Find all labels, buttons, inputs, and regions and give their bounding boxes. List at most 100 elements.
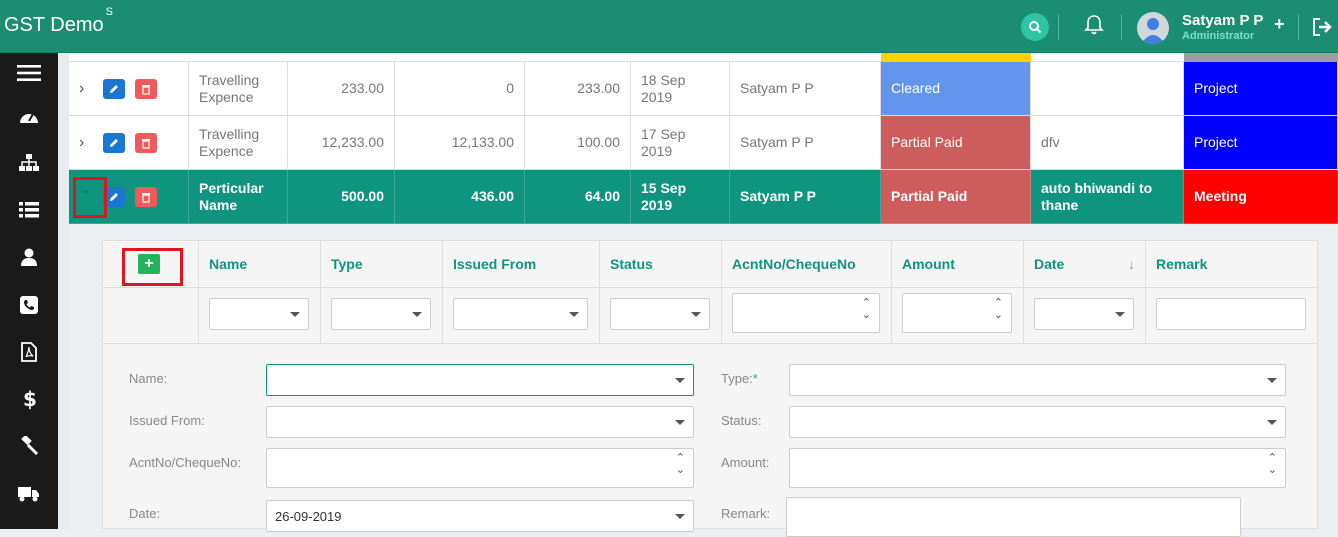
filter-status-select[interactable] xyxy=(610,298,710,330)
particular-cell: Travelling Expence xyxy=(189,62,288,116)
date-value: 26-09-2019 xyxy=(275,509,342,524)
filter-type-select[interactable] xyxy=(331,298,431,330)
caret-down-icon xyxy=(1267,420,1277,425)
amount-cell: 12,233.00 xyxy=(288,116,395,170)
caret-down-icon xyxy=(675,514,685,519)
pdf-icon[interactable] xyxy=(0,332,58,372)
sort-down-icon[interactable]: ↓ xyxy=(1128,256,1135,272)
filter-cell: ⌃ ⌄ xyxy=(892,287,1024,343)
user-role: Administrator xyxy=(1182,30,1255,42)
remark-input[interactable] xyxy=(786,497,1241,537)
edit-button[interactable] xyxy=(103,78,125,99)
gavel-icon[interactable] xyxy=(0,426,58,466)
filter-amount-input[interactable]: ⌃ ⌄ xyxy=(902,293,1012,333)
edit-button[interactable] xyxy=(103,132,125,153)
amount-cell: 500.00 xyxy=(288,170,395,224)
filter-cell xyxy=(103,287,199,343)
caret-down-icon xyxy=(412,312,422,317)
dollar-icon[interactable]: $ xyxy=(0,379,58,419)
delete-button[interactable] xyxy=(135,78,157,99)
col-header-type[interactable]: Type xyxy=(321,241,443,287)
acntno-input[interactable]: ⌃ ⌄ xyxy=(266,448,694,488)
particular-cell: Perticular Name xyxy=(189,170,288,224)
date-label: Date: xyxy=(129,506,161,521)
filter-name-select[interactable] xyxy=(209,298,309,330)
filter-cell xyxy=(1024,287,1146,343)
sidebar: $ xyxy=(0,53,58,529)
type-label: Type:* xyxy=(721,371,758,386)
date-cell: 17 Sep 2019 xyxy=(631,116,730,170)
status-badge: Cleared xyxy=(881,62,1031,116)
list-icon[interactable] xyxy=(0,190,58,230)
col-header-remark[interactable]: Remark xyxy=(1146,241,1319,287)
col-header-amount[interactable]: Amount xyxy=(892,241,1024,287)
col-header-issued-from[interactable]: Issued From xyxy=(443,241,600,287)
date-cell: 18 Sep 2019 xyxy=(631,62,730,116)
caret-down-icon xyxy=(1267,378,1277,383)
status-select[interactable] xyxy=(789,406,1286,438)
user-icon[interactable] xyxy=(0,237,58,277)
user-cell: Satyam P P xyxy=(730,170,881,224)
avatar[interactable] xyxy=(1137,12,1169,44)
filter-cell xyxy=(600,287,722,343)
paid-cell: 12,133.00 xyxy=(395,116,525,170)
logout-button[interactable] xyxy=(1311,16,1333,38)
dashboard-icon[interactable] xyxy=(0,96,58,136)
balance-cell: 100.00 xyxy=(525,116,631,170)
pencil-icon xyxy=(110,192,118,201)
menu-icon[interactable] xyxy=(0,53,58,93)
particular-cell: Travelling Expence xyxy=(189,116,288,170)
remark-cell: dfv xyxy=(1031,116,1184,170)
col-header-date[interactable]: Date ↓ xyxy=(1024,241,1146,287)
user-cell: Satyam P P xyxy=(730,116,881,170)
delete-button[interactable] xyxy=(135,186,157,207)
filter-cell xyxy=(321,287,443,343)
amount-input[interactable]: ⌃ ⌄ xyxy=(789,448,1286,488)
issued-from-select[interactable] xyxy=(266,406,694,438)
balance-cell: 233.00 xyxy=(525,62,631,116)
sitemap-icon[interactable] xyxy=(0,143,58,183)
filter-cell xyxy=(199,287,321,343)
user-name[interactable]: Satyam P P xyxy=(1182,12,1263,29)
phone-icon[interactable] xyxy=(0,285,58,325)
type-select[interactable] xyxy=(789,364,1286,396)
type-badge: Project xyxy=(1184,116,1338,170)
caret-down-icon xyxy=(675,420,685,425)
filter-date-select[interactable] xyxy=(1034,298,1134,330)
header-separator xyxy=(1298,14,1299,40)
add-button[interactable]: + xyxy=(1274,14,1285,35)
search-button[interactable] xyxy=(1021,13,1049,41)
truck-icon[interactable] xyxy=(0,474,58,514)
highlight-box xyxy=(73,177,107,218)
name-select[interactable] xyxy=(266,364,694,396)
col-header-name[interactable]: Name xyxy=(199,241,321,287)
spinner-icon[interactable]: ⌃ ⌄ xyxy=(1268,452,1277,476)
spinner-icon[interactable]: ⌃ ⌄ xyxy=(862,297,871,321)
spinner-icon[interactable]: ⌃ ⌄ xyxy=(676,452,685,476)
header-separator xyxy=(1058,14,1059,40)
filter-issued-select[interactable] xyxy=(453,298,588,330)
chevron-right-icon[interactable]: › xyxy=(79,134,93,151)
delete-button[interactable] xyxy=(135,132,157,153)
filter-remark-input[interactable] xyxy=(1156,298,1306,330)
notification-button[interactable] xyxy=(1084,14,1104,38)
type-badge: Meeting xyxy=(1184,170,1338,224)
chevron-right-icon[interactable]: › xyxy=(79,80,93,97)
required-marker: * xyxy=(752,371,758,386)
detail-grid: + Name Type Issued From Status AcntNo/Ch… xyxy=(102,240,1319,537)
brand-title[interactable]: GST DemoS xyxy=(4,6,113,37)
row-actions: › xyxy=(69,116,189,170)
date-input[interactable]: 26-09-2019 xyxy=(266,500,694,532)
previous-row-strip xyxy=(69,53,1338,62)
amount-label: Amount: xyxy=(721,455,770,470)
col-header-status[interactable]: Status xyxy=(600,241,722,287)
balance-cell: 64.00 xyxy=(525,170,631,224)
paid-cell: 436.00 xyxy=(395,170,525,224)
spinner-icon[interactable]: ⌃ ⌄ xyxy=(994,297,1003,321)
col-header-acntno[interactable]: AcntNo/ChequeNo xyxy=(722,241,892,287)
highlight-box xyxy=(122,248,183,286)
svg-text:$: $ xyxy=(23,388,36,410)
filter-acntno-input[interactable]: ⌃ ⌄ xyxy=(732,293,880,333)
header-separator xyxy=(1121,14,1122,40)
name-label: Name: xyxy=(129,371,168,386)
